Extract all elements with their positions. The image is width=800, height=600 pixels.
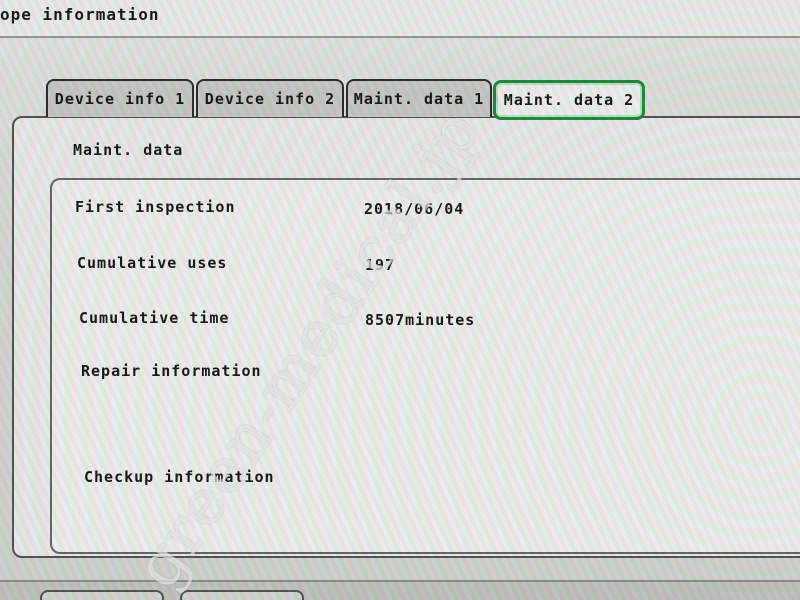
cumulative-time-number: 8507 xyxy=(365,311,406,329)
title-bar: ope information xyxy=(0,0,800,38)
cumulative-time-value: 8507minutes xyxy=(365,311,475,329)
checkup-information-label: Checkup information xyxy=(84,468,275,486)
repair-information-label: Repair information xyxy=(81,362,262,380)
footer-button-left[interactable] xyxy=(40,590,164,600)
tab-device-info-1[interactable]: Device info 1 xyxy=(46,79,194,117)
window-title: ope information xyxy=(0,5,160,24)
cumulative-time-unit: minutes xyxy=(405,311,476,329)
tab-maint-data-1[interactable]: Maint. data 1 xyxy=(346,79,492,117)
tab-label: Maint. data 1 xyxy=(353,90,485,108)
tab-maint-data-2[interactable]: Maint. data 2 xyxy=(493,80,645,120)
tab-device-info-2[interactable]: Device info 2 xyxy=(196,79,344,117)
panel-title: Maint. data xyxy=(73,141,184,159)
cumulative-time-label: Cumulative time xyxy=(79,309,230,327)
first-inspection-value: 2018/06/04 xyxy=(364,200,465,218)
footer-button-right[interactable] xyxy=(180,590,304,600)
cumulative-uses-value: 197 xyxy=(365,256,396,274)
first-inspection-label: First inspection xyxy=(75,198,236,216)
tab-label: Device info 1 xyxy=(54,90,186,108)
maintenance-screen: ope information Device info 1 Device inf… xyxy=(0,0,800,600)
cumulative-uses-label: Cumulative uses xyxy=(77,254,228,272)
tab-label: Maint. data 2 xyxy=(503,91,635,109)
tab-label: Device info 2 xyxy=(204,90,336,108)
